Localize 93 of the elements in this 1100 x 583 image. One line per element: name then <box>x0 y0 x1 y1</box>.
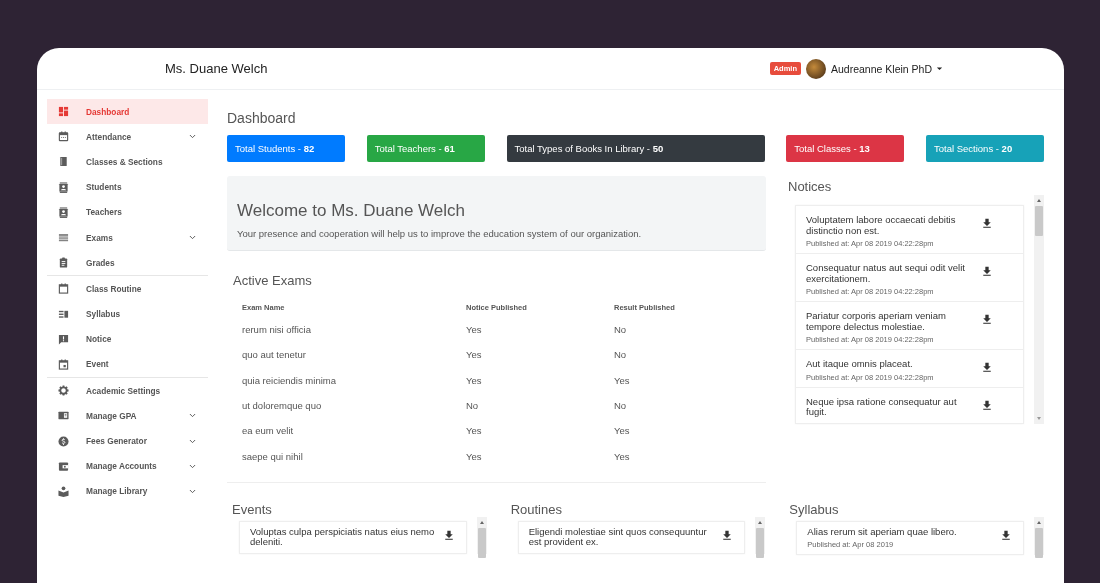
item-title: Neque ipsa ratione consequatur aut fugit. <box>806 396 958 418</box>
download-button[interactable] <box>982 362 992 372</box>
table-cell-text: quia reiciendis minima <box>241 373 337 388</box>
sidebar-item[interactable]: Manage Library <box>47 478 208 504</box>
download-icon <box>443 529 454 540</box>
section-title: Notices <box>787 179 833 194</box>
welcome-title: Welcome to Ms. Duane Welch <box>237 201 466 221</box>
stat-tile: Total Classes - 13 <box>786 135 905 162</box>
list-icon <box>58 308 69 320</box>
table-cell-text: No <box>613 323 628 338</box>
sidebar-item[interactable]: Syllabus <box>47 301 208 327</box>
sidebar-item[interactable]: Fees Generator <box>47 428 208 454</box>
table-cell-text: ut doloremque quo <box>241 399 323 414</box>
item-title: Alias rerum sit aperiam quae libero. <box>807 526 958 538</box>
brand-name: Ms. Duane Welch <box>165 61 269 76</box>
sidebar-item[interactable]: Grades <box>47 250 208 276</box>
table-cell-text: quo aut tenetur <box>241 348 307 363</box>
table-cell-text: Yes <box>613 449 631 464</box>
sidebar-item[interactable]: Exams <box>47 224 208 251</box>
table-cell-text: saepe qui nihil <box>241 449 304 464</box>
download-button[interactable] <box>982 218 992 228</box>
dollar-icon <box>58 435 69 447</box>
calendar-event-icon <box>58 358 69 370</box>
download-button[interactable] <box>982 399 992 410</box>
dashboard-icon <box>58 106 69 118</box>
stat-tile: Total Teachers - 61 <box>366 135 485 162</box>
settings-icon <box>58 385 69 397</box>
download-button[interactable] <box>1001 529 1011 540</box>
download-button[interactable] <box>982 314 992 324</box>
clipboard-icon <box>58 257 69 269</box>
sidebar-item[interactable]: Teachers <box>47 199 208 225</box>
sidebar-item[interactable]: Manage Accounts <box>47 453 208 479</box>
item-title: Voluptatem labore occaecati debitis distinctio non est. <box>806 215 957 236</box>
calendar-icon <box>58 283 69 295</box>
item-title: Eligendi molestiae sint quos consequuntur est provident ex. <box>528 526 708 548</box>
table-cell-text: Yes <box>465 424 483 439</box>
sidebar-item[interactable]: Students <box>47 174 208 200</box>
table-cell-text: Yes <box>465 348 483 363</box>
table-cell-text: No <box>613 399 628 414</box>
user-menu[interactable]: Audreanne Klein PhD <box>831 62 944 75</box>
table-icon <box>58 232 69 244</box>
sidebar-item[interactable]: Academic Settings <box>47 378 208 404</box>
page-title: Dashboard <box>227 110 297 126</box>
download-icon <box>982 218 992 228</box>
caret-icon <box>935 64 944 73</box>
stat-tile: Total Students - 82 <box>227 135 345 162</box>
sidebar-item[interactable]: Notice <box>47 326 208 352</box>
contact-card-icon <box>58 206 69 218</box>
table-cell-text: No <box>465 399 480 414</box>
download-button[interactable] <box>443 529 454 540</box>
download-icon <box>982 314 992 324</box>
table-cell-text: Yes <box>465 323 483 338</box>
section-title: Active Exams <box>233 273 313 288</box>
welcome-message: Your presence and cooperation will help us to improve the education system of our organization. <box>237 228 643 239</box>
download-icon <box>722 529 733 540</box>
calendar-icon <box>58 131 69 143</box>
table-cell-text: Yes <box>465 449 483 464</box>
item-title: Aut itaque omnis placeat. <box>806 359 914 370</box>
sidebar-item[interactable]: Classes & Sections <box>47 149 208 175</box>
avatar <box>806 58 826 79</box>
alert-icon <box>58 333 69 345</box>
scrollbar[interactable] <box>1034 195 1044 424</box>
wallet-icon <box>58 460 69 472</box>
download-icon <box>982 266 992 276</box>
table-cell-text: Yes <box>613 424 631 439</box>
download-button[interactable] <box>982 266 992 276</box>
section-title: Events <box>231 501 273 517</box>
item-title: Voluptas culpa perspiciatis natus eius nemo deleniti. <box>250 526 436 548</box>
download-icon <box>1001 529 1011 540</box>
sidebar-item[interactable]: Class Routine <box>47 276 208 302</box>
download-icon <box>982 362 992 372</box>
sidebar-item[interactable]: Attendance <box>47 124 208 150</box>
download-icon <box>982 399 992 410</box>
download-button[interactable] <box>722 529 733 540</box>
sidebar-item[interactable]: Event <box>47 351 208 378</box>
sidebar-item[interactable]: Dashboard <box>47 99 208 125</box>
table-cell-text: Yes <box>465 373 483 388</box>
sidebar-item[interactable]: Manage GPA <box>47 403 208 429</box>
section-title: Routines <box>509 501 563 517</box>
contact-card-icon <box>58 181 69 193</box>
item-title: Consequatur natus aut sequi odit velit exercitationem. <box>806 263 966 284</box>
reader-icon <box>58 485 69 497</box>
stat-tile: Total Types of Books In Library - 50 <box>506 135 765 162</box>
scrollbar[interactable] <box>1034 516 1044 556</box>
table-cell-text: No <box>613 348 628 363</box>
table-cell-text: ea eum velit <box>241 424 295 439</box>
book-icon <box>58 156 69 168</box>
table-cell-text: Yes <box>613 373 631 388</box>
section-title: Syllabus <box>788 501 840 517</box>
item-title: Pariatur corporis aperiam veniam tempore delectus molestiae. <box>806 311 947 332</box>
card-icon <box>58 410 69 422</box>
table-cell-text: rerum nisi officia <box>241 323 312 338</box>
stat-tile: Total Sections - 20 <box>926 135 1044 162</box>
